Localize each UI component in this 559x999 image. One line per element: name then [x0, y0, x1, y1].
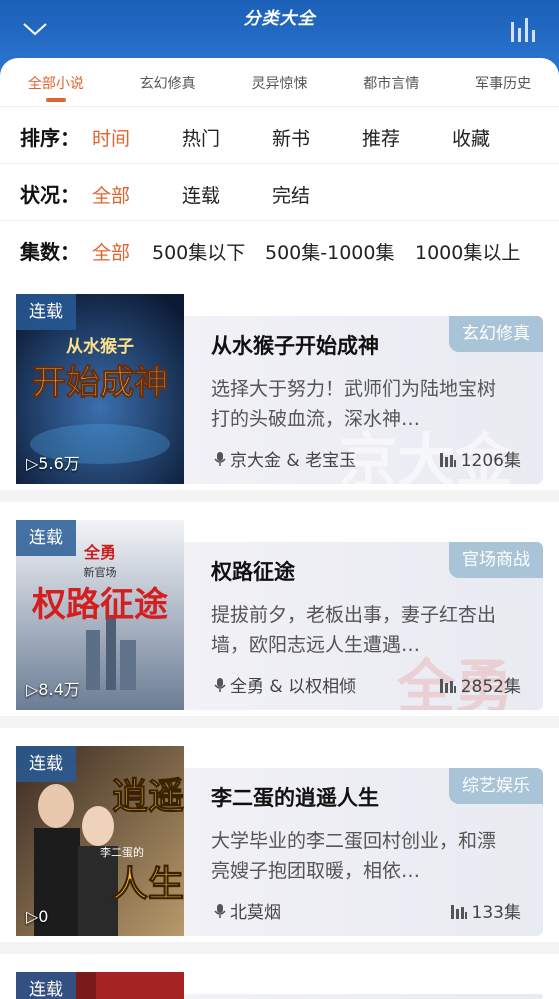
microphone-icon [214, 903, 226, 918]
status-badge: 连载 [16, 520, 76, 556]
book-card[interactable]: 连载 [0, 954, 559, 999]
cover-title-line1: 从水猴子 [66, 336, 134, 357]
genre-tag: 综艺娱乐 [449, 768, 543, 804]
bar-chart-icon [450, 904, 467, 919]
status-option-completed[interactable]: 完结 [272, 181, 310, 208]
microphone-icon [214, 451, 226, 466]
book-authors: 全勇 & 以权相倾 [214, 672, 356, 697]
play-count: ▷0 [26, 907, 49, 926]
episodes-filter-row: 集数： 全部 500集以下 500集-1000集 1000集以上 [0, 220, 559, 277]
play-count: ▷8.4万 [26, 680, 80, 699]
play-count: ▷5.6万 [26, 454, 80, 473]
book-card[interactable]: 全勇 新官场 权路征途 连载 ▷8.4万 全勇 官场商战 权路征途 提拔前夕，老… [0, 502, 559, 716]
cover-title-line2: 人生 [112, 864, 184, 905]
tab-all-novels[interactable]: 全部小说 [0, 58, 112, 106]
status-badge: 连载 [16, 294, 76, 330]
book-cover[interactable]: 连载 [16, 972, 184, 999]
book-title: 李二蛋的逍遥人生 [211, 786, 379, 810]
status-filter-row: 状况： 全部 连载 完结 [0, 163, 559, 220]
book-cover[interactable]: 全勇 新官场 权路征途 连载 ▷8.4万 [16, 520, 184, 710]
tab-military-history[interactable]: 军事历史 [447, 58, 559, 106]
book-info[interactable] [184, 994, 543, 999]
sort-filter-row: 排序： 时间 热门 新书 推荐 收藏 [0, 106, 559, 163]
episode-count: 133集 [450, 898, 521, 923]
sort-option-recommended[interactable]: 推荐 [362, 124, 400, 151]
cover-title-line1: 逍遥 [112, 776, 184, 817]
sort-option-new[interactable]: 新书 [272, 124, 310, 151]
tab-supernatural[interactable]: 灵异惊悚 [224, 58, 336, 106]
status-badge: 连载 [16, 972, 76, 999]
episode-count: 1206集 [439, 446, 521, 471]
page-title: 分类大全 [243, 9, 316, 29]
episode-count: 2852集 [439, 672, 521, 697]
filter-panel: 全部小说 玄幻修真 灵异惊悚 都市言情 军事历史 排序： 时间 热门 新书 推荐… [0, 58, 559, 278]
book-description: 大学毕业的李二蛋回村创业，和漂亮嫂子抱团取暖，相依… [211, 830, 497, 882]
book-info[interactable]: 综艺娱乐 李二蛋的逍遥人生 大学毕业的李二蛋回村创业，和漂亮嫂子抱团取暖，相依…… [184, 768, 543, 936]
book-cover[interactable]: 从水猴子 开始成神 连载 ▷5.6万 [16, 294, 184, 484]
microphone-icon [214, 677, 226, 692]
book-info[interactable]: 全勇 官场商战 权路征途 提拔前夕，老板出事，妻子红杏出墙，欧阳志远人生遭遇… … [184, 542, 543, 710]
book-card[interactable]: 从水猴子 开始成神 连载 ▷5.6万 京大金 玄幻修真 从水猴子开始成神 选择大… [0, 276, 559, 490]
tab-indicator [46, 98, 66, 102]
book-description: 提拔前夕，老板出事，妻子红杏出墙，欧阳志远人生遭遇… [211, 604, 497, 656]
category-tabs: 全部小说 玄幻修真 灵异惊悚 都市言情 军事历史 [0, 58, 559, 106]
book-cover[interactable]: 逍遥 人生 李二蛋的 连载 ▷0 [16, 746, 184, 936]
book-card[interactable]: 逍遥 人生 李二蛋的 连载 ▷0 综艺娱乐 李二蛋的逍遥人生 大学毕业的李二蛋回… [0, 728, 559, 942]
cover-title: 权路征途 [31, 585, 168, 625]
sort-option-favorites[interactable]: 收藏 [452, 124, 490, 151]
sort-label: 排序： [20, 126, 80, 150]
cover-subtitle: 新官场 [84, 565, 117, 579]
genre-tag: 官场商战 [449, 542, 543, 578]
book-authors: 京大金 & 老宝玉 [214, 446, 356, 471]
book-title: 权路征途 [211, 560, 295, 584]
book-description: 选择大于努力！武师们为陆地宝树打的头破血流，深水神… [211, 378, 497, 430]
episodes-option-500-1000[interactable]: 500集-1000集 [265, 238, 394, 265]
author-names: 京大金 & 老宝玉 [230, 451, 357, 471]
author-names: 全勇 & 以权相倾 [230, 677, 357, 697]
episode-count-text: 133集 [471, 903, 521, 923]
sort-option-hot[interactable]: 热门 [182, 124, 220, 151]
episodes-option-all[interactable]: 全部 [92, 238, 130, 265]
episode-count-text: 2852集 [460, 677, 521, 697]
bar-chart-icon [439, 678, 456, 693]
sort-option-time[interactable]: 时间 [92, 124, 130, 151]
episodes-option-over-1000[interactable]: 1000集以上 [415, 238, 520, 265]
episodes-label: 集数： [20, 240, 80, 264]
book-authors: 北莫烟 [214, 898, 281, 923]
episodes-option-under-500[interactable]: 500集以下 [152, 238, 245, 265]
cover-title-line2: 开始成神 [32, 363, 168, 403]
tab-fantasy[interactable]: 玄幻修真 [112, 58, 224, 106]
episode-count-text: 1206集 [460, 451, 521, 471]
cover-subtitle: 李二蛋的 [100, 845, 144, 859]
bar-chart-icon [439, 452, 456, 467]
genre-tag: 玄幻修真 [449, 316, 543, 352]
bar-chart-icon[interactable] [509, 16, 539, 42]
book-info[interactable]: 京大金 玄幻修真 从水猴子开始成神 选择大于努力！武师们为陆地宝树打的头破血流，… [184, 316, 543, 484]
status-option-all[interactable]: 全部 [92, 181, 130, 208]
status-badge: 连载 [16, 746, 76, 782]
author-names: 北莫烟 [230, 903, 281, 923]
status-label: 状况： [20, 183, 80, 207]
book-title: 从水猴子开始成神 [211, 334, 379, 358]
tab-urban-romance[interactable]: 都市言情 [335, 58, 447, 106]
status-option-ongoing[interactable]: 连载 [182, 181, 220, 208]
cover-author: 全勇 [83, 543, 116, 562]
